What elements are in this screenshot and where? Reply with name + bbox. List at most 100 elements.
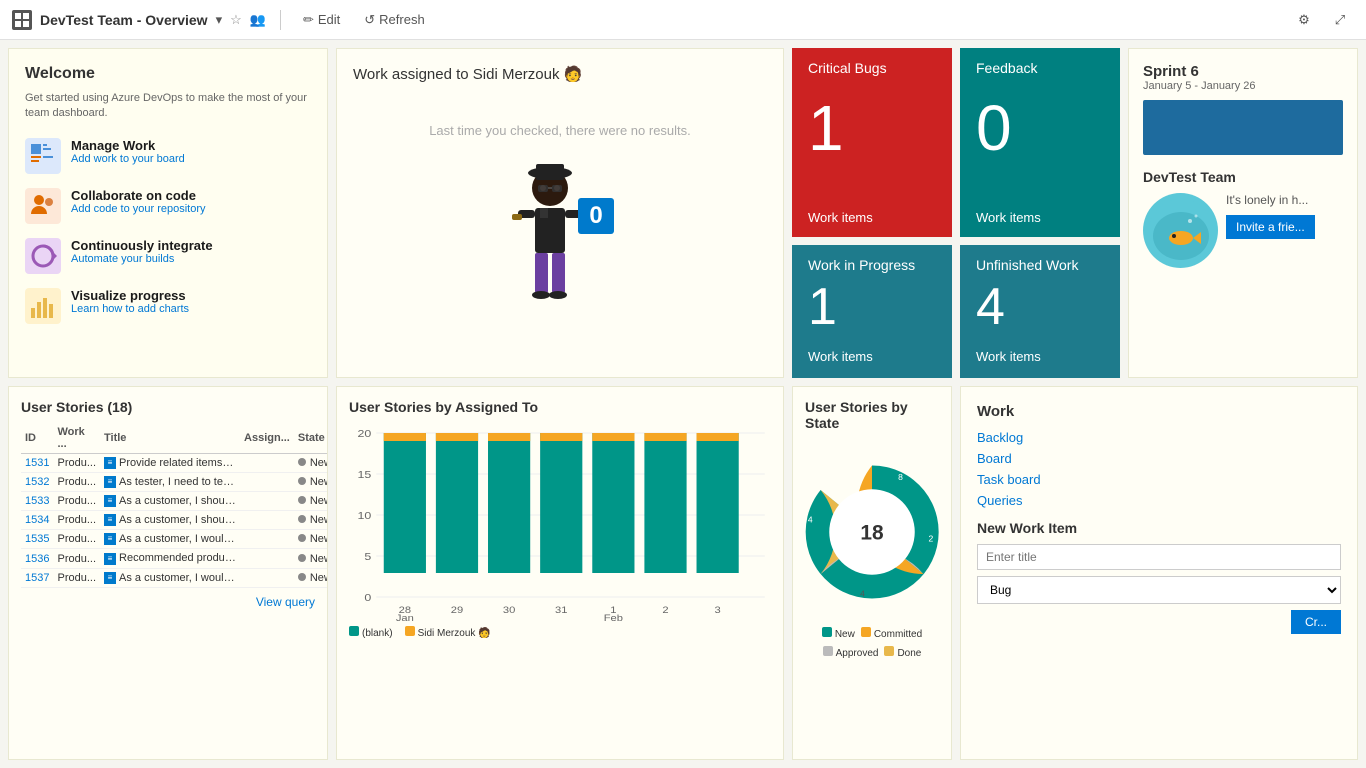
devtest-title: DevTest Team [1143, 169, 1343, 185]
cell-state: New [294, 454, 328, 473]
cell-work: Produ... [53, 454, 100, 473]
chart-legend: (blank) Sidi Merzouk 🧑 [349, 626, 771, 639]
unfinished-title: Unfinished Work [976, 257, 1104, 273]
settings-button[interactable]: ⚙ [1290, 6, 1318, 34]
integrate-text: Continuously integrate Automate your bui… [71, 238, 213, 265]
cell-title: ≡Provide related items or ... [100, 454, 240, 473]
table-row[interactable]: 1531 Produ... ≡Provide related items or … [21, 454, 328, 473]
feedback-sub: Work items [976, 210, 1104, 225]
metrics-col-3: Critical Bugs 1 Work items Work in Progr… [792, 48, 952, 378]
unfinished-tile[interactable]: Unfinished Work 4 Work items [960, 245, 1120, 378]
collab-text: Collaborate on code Add code to your rep… [71, 188, 206, 215]
manage-work-subtitle[interactable]: Add work to your board [71, 153, 185, 165]
table-row[interactable]: 1533 Produ... ≡As a customer, I should .… [21, 492, 328, 511]
feedback-tile[interactable]: Feedback 0 Work items [960, 48, 1120, 237]
table-header-row: ID Work ... Title Assign... State [21, 423, 328, 454]
welcome-panel: Welcome Get started using Azure DevOps t… [8, 48, 328, 378]
stories-body: 1531 Produ... ≡Provide related items or … [21, 454, 328, 588]
cell-id: 1536 [21, 549, 53, 568]
refresh-button[interactable]: ↺ Refresh [356, 8, 432, 32]
cell-title: ≡As a customer, I would li... [100, 568, 240, 587]
user-stories-panel: User Stories (18) ID Work ... Title Assi… [8, 386, 328, 760]
col-work: Work ... [53, 423, 100, 454]
cell-title: ≡As tester, I need to test t... [100, 473, 240, 492]
work-assigned-message: Last time you checked, there were no res… [429, 123, 691, 138]
table-row[interactable]: 1535 Produ... ≡As a customer, I would li… [21, 530, 328, 549]
wip-tile[interactable]: Work in Progress 1 Work items [792, 245, 952, 378]
manage-work-icon [25, 138, 61, 174]
assigned-chart-svg: 20 15 10 5 0 [349, 421, 771, 621]
invite-button[interactable]: Invite a frie... [1226, 215, 1315, 239]
user-stories-table: ID Work ... Title Assign... State 1531 P… [21, 423, 328, 588]
legend-done: Done [884, 646, 921, 659]
state-chart-title: User Stories by State [805, 399, 939, 431]
view-query-link[interactable]: View query [256, 595, 315, 609]
svg-text:4: 4 [860, 589, 865, 599]
edit-button[interactable]: ✏ Edit [295, 8, 348, 32]
welcome-desc: Get started using Azure DevOps to make t… [25, 91, 311, 122]
integrate-title: Continuously integrate [71, 238, 213, 253]
cell-assign [240, 454, 294, 473]
svg-text:Feb: Feb [604, 614, 624, 621]
people-icon: 👥 [250, 12, 266, 28]
cell-state: New [294, 549, 328, 568]
critical-bugs-sub: Work items [808, 210, 936, 225]
welcome-item-collab: Collaborate on code Add code to your rep… [25, 188, 311, 224]
new-work-item-input[interactable] [977, 544, 1341, 570]
expand-button[interactable]: ⤢ [1326, 6, 1354, 34]
devtest-message: It's lonely in h... [1226, 193, 1343, 207]
cell-title: ≡As a customer, I should ... [100, 511, 240, 530]
topbar-right-actions: ⚙ ⤢ [1290, 6, 1354, 34]
integrate-icon [25, 238, 61, 274]
backlog-link[interactable]: Backlog [977, 430, 1341, 445]
cell-title: ≡Recommended products... [100, 549, 240, 568]
feedback-title: Feedback [976, 60, 1104, 76]
create-work-item-button[interactable]: Cr... [1291, 610, 1341, 634]
integrate-subtitle[interactable]: Automate your builds [71, 253, 213, 265]
cell-work: Produ... [53, 511, 100, 530]
cell-state: New [294, 568, 328, 587]
col-state: State [294, 423, 328, 454]
legend-committed: Committed [861, 627, 922, 640]
cell-title: ≡As a customer, I would li... [100, 530, 240, 549]
cell-state: New [294, 473, 328, 492]
page-title: DevTest Team - Overview [40, 12, 208, 28]
cell-id: 1531 [21, 454, 53, 473]
legend-blank: (blank) [349, 626, 393, 639]
cell-id: 1534 [21, 511, 53, 530]
svg-text:30: 30 [503, 606, 516, 616]
col-assign: Assign... [240, 423, 294, 454]
board-link[interactable]: Board [977, 451, 1341, 466]
star-icon[interactable]: ☆ [230, 12, 242, 28]
cell-id: 1533 [21, 492, 53, 511]
manage-work-title: Manage Work [71, 138, 185, 153]
col-title: Title [100, 423, 240, 454]
svg-text:31: 31 [555, 606, 568, 616]
cell-work: Produ... [53, 492, 100, 511]
visualize-text: Visualize progress Learn how to add char… [71, 288, 189, 315]
critical-bugs-tile[interactable]: Critical Bugs 1 Work items [792, 48, 952, 237]
cell-state: New [294, 511, 328, 530]
app-icon [12, 10, 32, 30]
queries-link[interactable]: Queries [977, 493, 1341, 508]
cell-work: Produ... [53, 530, 100, 549]
table-row[interactable]: 1534 Produ... ≡As a customer, I should .… [21, 511, 328, 530]
assigned-chart-title: User Stories by Assigned To [349, 399, 771, 415]
feedback-count: 0 [976, 96, 1104, 160]
cell-id: 1532 [21, 473, 53, 492]
welcome-title: Welcome [25, 65, 311, 83]
table-row[interactable]: 1532 Produ... ≡As tester, I need to test… [21, 473, 328, 492]
svg-text:Jan: Jan [396, 614, 414, 621]
svg-text:5: 5 [364, 552, 371, 563]
collab-subtitle[interactable]: Add code to your repository [71, 203, 206, 215]
chevron-down-icon[interactable]: ▾ [216, 12, 223, 28]
svg-text:0: 0 [589, 202, 602, 229]
table-row[interactable]: 1537 Produ... ≡As a customer, I would li… [21, 568, 328, 587]
col-id: ID [21, 423, 53, 454]
table-row[interactable]: 1536 Produ... ≡Recommended products... N… [21, 549, 328, 568]
task-board-link[interactable]: Task board [977, 472, 1341, 487]
visualize-subtitle[interactable]: Learn how to add charts [71, 303, 189, 315]
new-work-item-type[interactable]: Bug User Story Task Feature [977, 576, 1341, 604]
devtest-fishbowl [1143, 193, 1218, 268]
cell-state: New [294, 530, 328, 549]
